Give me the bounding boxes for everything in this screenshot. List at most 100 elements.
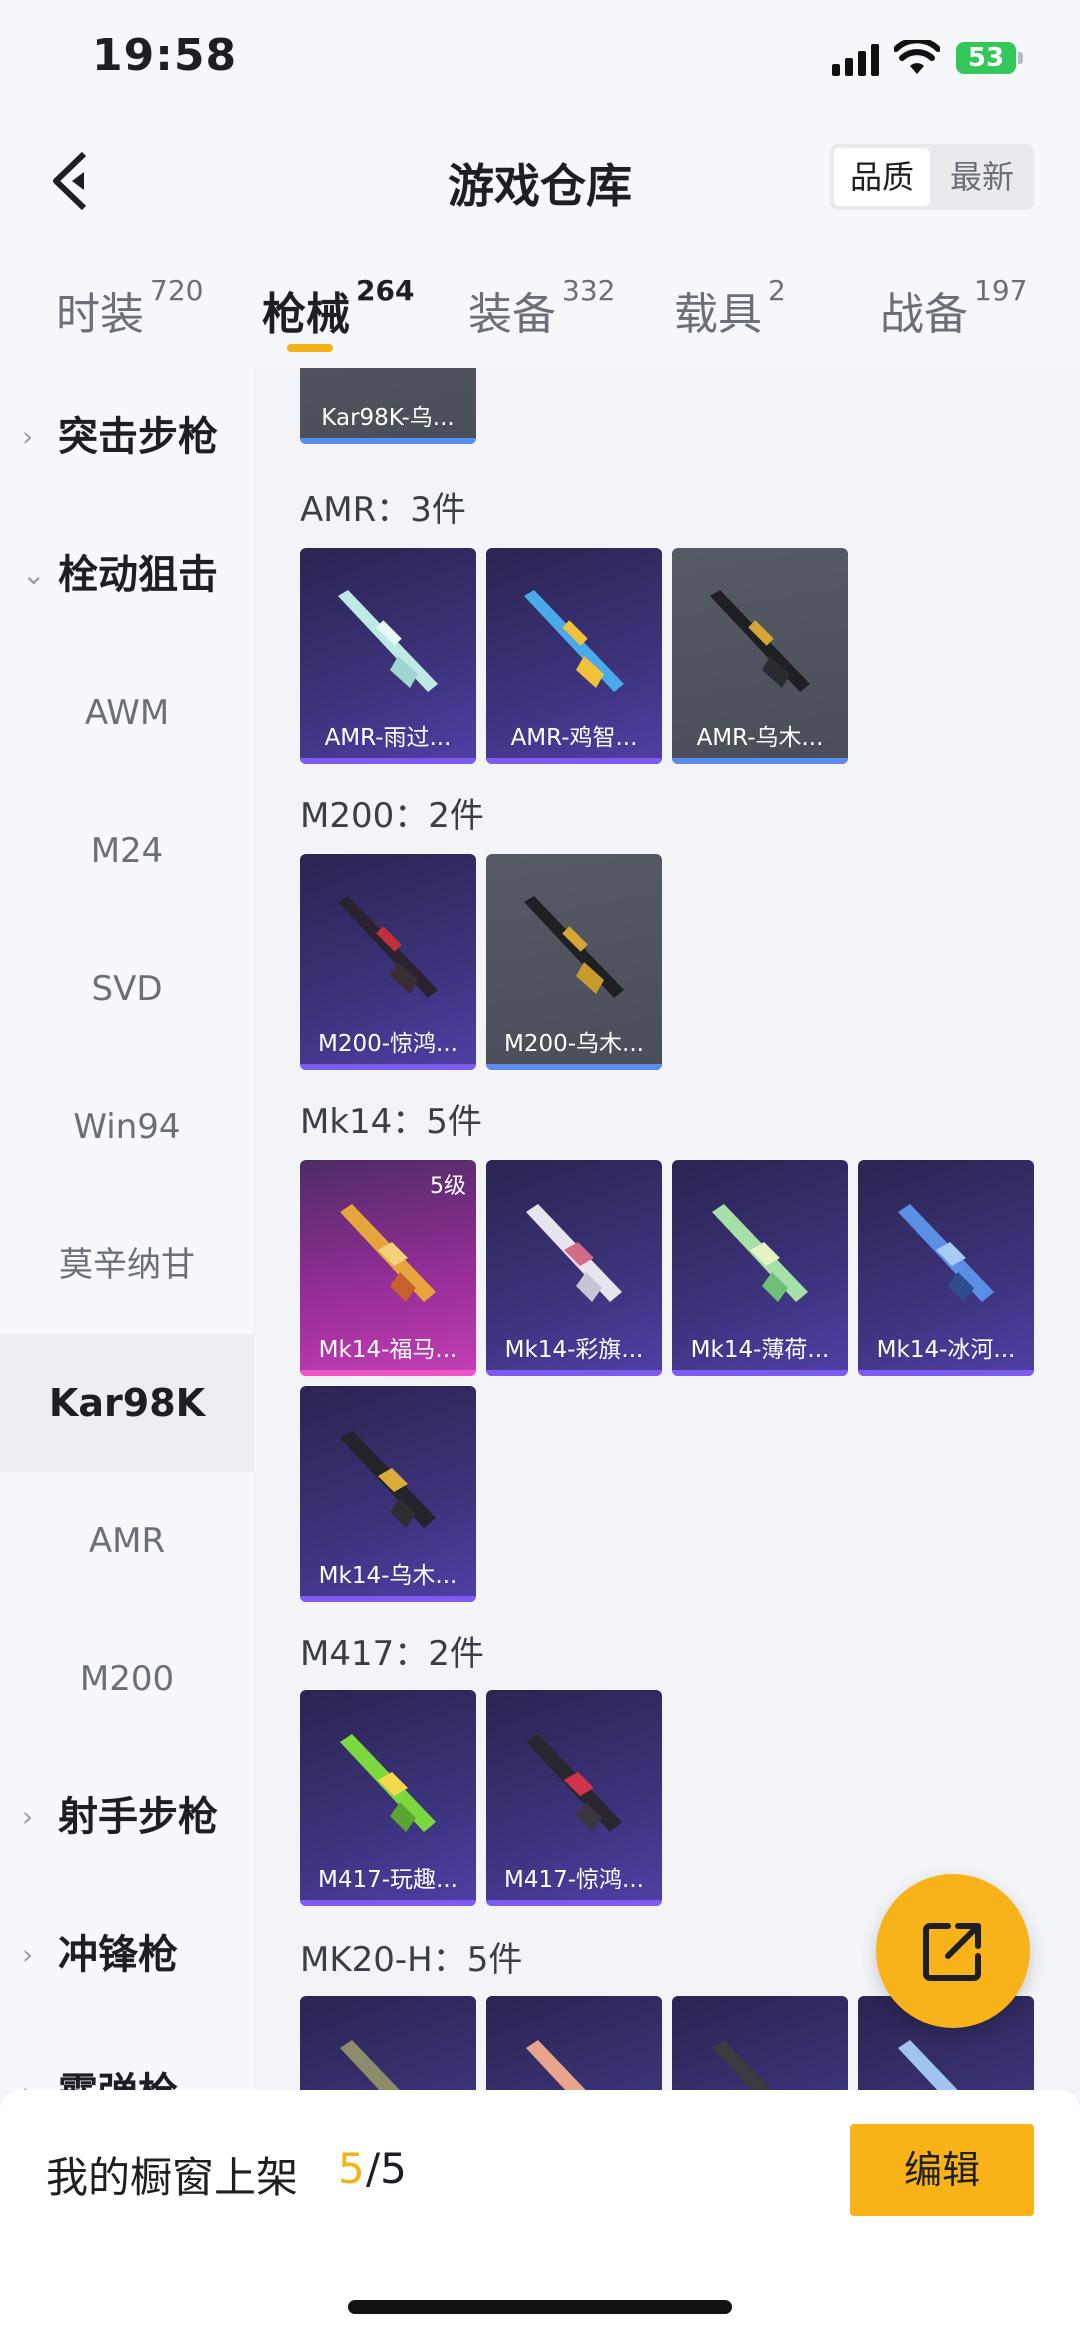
weapon-card[interactable]: AMR-鸡智... [486, 548, 662, 764]
weapon-card[interactable]: M417-惊鸿... [486, 1690, 662, 1906]
rarity-bar [672, 758, 848, 764]
sniper-rifle-icon [524, 896, 624, 998]
sidebar-item-label: 突击步枪 [58, 414, 218, 460]
section-title: MK20-H：5件 [300, 1940, 523, 1980]
edit-button[interactable]: 编辑 [850, 2124, 1034, 2216]
sort-newest-button[interactable]: 最新 [934, 148, 1030, 206]
sidebar-item-m200[interactable]: M200 [0, 1610, 254, 1748]
weapon-name: AMR-雨过... [324, 725, 452, 751]
chevron-right-icon: › [22, 1800, 34, 1833]
tab-supplies[interactable]: 战备 197 [880, 274, 1027, 342]
active-tab-indicator [287, 344, 333, 352]
weapon-name: Kar98K-乌... [321, 405, 455, 431]
sniper-rifle-icon [338, 896, 438, 998]
weapon-card[interactable]: Kar98K-乌... [300, 368, 476, 444]
sidebar-item-label: 射手步枪 [58, 1794, 218, 1840]
sidebar-item-bolt-sniper[interactable]: ⌄ 栓动狙击 [0, 506, 254, 644]
weapon-name: Mk14-乌木... [318, 1563, 458, 1589]
weapon-name: M200-乌木... [504, 1031, 644, 1057]
home-indicator [348, 2300, 732, 2314]
tab-count: 2 [768, 274, 786, 307]
rarity-bar [858, 1370, 1034, 1376]
weapon-card[interactable]: M417-玩趣... [300, 1690, 476, 1906]
rarity-bar [672, 1370, 848, 1376]
chevron-right-icon: › [22, 420, 34, 453]
tab-label: 装备 [468, 289, 556, 340]
sidebar: › 突击步枪 ⌄ 栓动狙击 AWM M24 SVD Win94 莫辛纳甘 Kar98… [0, 368, 254, 2090]
weapon-name: M200-惊鸿... [318, 1031, 458, 1057]
weapon-card[interactable]: AMR-雨过... [300, 548, 476, 764]
sidebar-item-amr[interactable]: AMR [0, 1472, 254, 1610]
sidebar-item-label: 栓动狙击 [58, 552, 218, 598]
sidebar-item-smg[interactable]: › 冲锋枪 [0, 1886, 254, 2024]
sniper-rifle-icon [710, 590, 810, 692]
rifle-icon [340, 2040, 400, 2090]
weapon-card[interactable]: Mk14-冰河... [858, 1160, 1034, 1376]
rifle-icon [526, 1734, 622, 1832]
sort-quality-button[interactable]: 品质 [834, 148, 930, 206]
sidebar-item-assault-rifle[interactable]: › 突击步枪 [0, 368, 254, 506]
weapon-card[interactable]: Mk14-乌木... [300, 1386, 476, 1602]
header: 游戏仓库 品质 最新 [0, 120, 1080, 240]
sidebar-item-label: 霰弹枪 [58, 2024, 178, 2090]
sidebar-item-marksman-rifle[interactable]: › 射手步枪 [0, 1748, 254, 1886]
sidebar-item-win94[interactable]: Win94 [0, 1058, 254, 1196]
rarity-bar [486, 758, 662, 764]
sidebar-item-shotgun[interactable]: › 霰弹枪 [0, 2024, 254, 2090]
category-tabs: 时装 720 枪械 264 装备 332 载具 2 战备 197 [0, 240, 1080, 368]
weapon-card[interactable]: AMR-乌木... [672, 548, 848, 764]
rarity-bar [300, 1900, 476, 1906]
rifle-icon [712, 1204, 808, 1302]
rifle-icon [526, 1204, 622, 1302]
weapon-name: M417-玩趣... [318, 1867, 458, 1893]
rarity-bar [486, 1370, 662, 1376]
rarity-bar [300, 1370, 476, 1376]
sidebar-item-awm[interactable]: AWM [0, 644, 254, 782]
tab-label: 载具 [674, 289, 762, 340]
tab-label: 时装 [56, 289, 144, 340]
section-title: M200：2件 [300, 796, 484, 836]
weapon-name: Mk14-冰河... [876, 1337, 1016, 1363]
weapon-list: Kar98K-乌... AMR：3件 AMR-雨过... AMR-鸡智... A… [254, 368, 1080, 2090]
cellular-signal-icon [832, 44, 879, 76]
weapon-name: M417-惊鸿... [504, 1867, 644, 1893]
sidebar-item-svd[interactable]: SVD [0, 920, 254, 1058]
weapon-card[interactable]: Mk14-彩旗... [486, 1160, 662, 1376]
rarity-bar [300, 1064, 476, 1070]
tab-equipment[interactable]: 装备 332 [468, 274, 615, 342]
rifle-icon [340, 1430, 436, 1528]
tab-count: 720 [150, 274, 204, 307]
weapon-card[interactable]: Mk14-薄荷... [672, 1160, 848, 1376]
sniper-rifle-icon [338, 590, 438, 692]
sidebar-item-mosin[interactable]: 莫辛纳甘 [0, 1196, 254, 1334]
section-title: AMR：3件 [300, 490, 466, 530]
weapon-card[interactable] [486, 1996, 662, 2090]
weapon-name: AMR-乌木... [696, 725, 824, 751]
rifle-icon [712, 2040, 772, 2090]
rarity-bar [486, 1900, 662, 1906]
weapon-name: Mk14-彩旗... [504, 1337, 644, 1363]
level-badge: 5级 [430, 1174, 466, 1199]
weapon-card[interactable]: M200-乌木... [486, 854, 662, 1070]
tab-label: 战备 [880, 289, 968, 340]
tab-vehicles[interactable]: 载具 2 [674, 274, 786, 342]
tab-weapons[interactable]: 枪械 264 [262, 274, 414, 342]
weapon-card[interactable] [300, 1996, 476, 2090]
tab-fashion[interactable]: 时装 720 [56, 274, 203, 342]
weapon-card[interactable]: M200-惊鸿... [300, 854, 476, 1070]
weapon-card[interactable] [672, 1996, 848, 2090]
share-fab-button[interactable] [876, 1874, 1030, 2028]
wifi-icon [894, 40, 940, 74]
rifle-icon [526, 2040, 586, 2090]
sidebar-item-kar98k[interactable]: Kar98K [0, 1334, 254, 1472]
chevron-right-icon: › [22, 1938, 34, 1971]
weapon-name: Mk14-福马... [318, 1337, 458, 1363]
rarity-bar [486, 1064, 662, 1070]
sidebar-item-m24[interactable]: M24 [0, 782, 254, 920]
tab-count: 264 [356, 274, 415, 307]
weapon-card[interactable]: 5级 Mk14-福马... [300, 1160, 476, 1376]
weapon-name: AMR-鸡智... [510, 725, 638, 751]
status-time: 19:58 [92, 30, 238, 81]
section-title: Mk14：5件 [300, 1102, 482, 1142]
rifle-icon [340, 1204, 436, 1302]
